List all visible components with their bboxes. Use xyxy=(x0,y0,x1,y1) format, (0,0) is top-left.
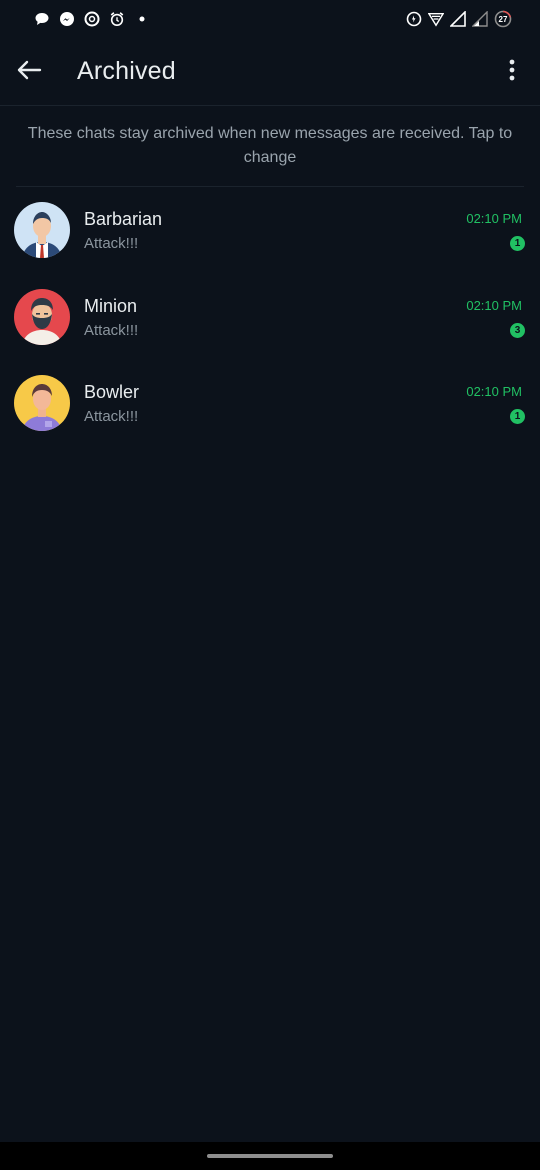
navigation-bar xyxy=(0,1142,540,1170)
signal-weak-icon xyxy=(472,11,488,27)
young-man-avatar[interactable] xyxy=(14,375,70,431)
home-gesture-handle[interactable] xyxy=(207,1154,333,1158)
chat-row-bowler[interactable]: Bowler Attack!!! 02:10 PM 1 xyxy=(0,360,540,447)
chat-preview: Attack!!! xyxy=(84,235,139,252)
chat-row-barbarian[interactable]: Barbarian Attack!!! 02:10 PM 1 xyxy=(0,187,540,274)
businessman-avatar[interactable] xyxy=(14,202,70,258)
status-bar: 27 xyxy=(0,0,540,40)
archive-settings-notice[interactable]: These chats stay archived when new messa… xyxy=(16,106,524,187)
battery-level: 27 xyxy=(498,14,508,24)
bearded-man-avatar[interactable] xyxy=(14,288,70,345)
system-icons: 27 xyxy=(406,10,512,28)
dot-icon xyxy=(134,11,150,27)
chat-preview: Attack!!! xyxy=(84,408,139,425)
wifi-icon xyxy=(428,11,444,27)
unread-badge: 1 xyxy=(510,236,525,251)
chat-preview: Attack!!! xyxy=(84,321,139,339)
chat-bubble-icon xyxy=(34,11,50,27)
page-title: Archived xyxy=(77,57,176,85)
notification-icons xyxy=(34,11,150,27)
app-bar: Archived xyxy=(0,40,540,106)
data-saver-icon xyxy=(406,11,422,27)
chat-time: 02:10 PM xyxy=(466,211,522,226)
chat-list: Barbarian Attack!!! 02:10 PM 1 Minion At… xyxy=(0,187,540,447)
chat-time: 02:10 PM xyxy=(466,384,522,399)
unread-badge: 1 xyxy=(510,409,525,424)
battery-icon: 27 xyxy=(494,10,512,28)
chat-time: 02:10 PM xyxy=(466,297,522,313)
notice-text: These chats stay archived when new messa… xyxy=(27,125,513,166)
signal-icon xyxy=(450,11,466,27)
messenger-icon xyxy=(59,11,75,27)
arrow-left-icon xyxy=(16,60,42,85)
alarm-icon xyxy=(109,11,125,27)
more-vert-icon xyxy=(509,59,515,86)
chat-name: Barbarian xyxy=(84,209,163,229)
unread-badge: 3 xyxy=(510,322,525,338)
back-button[interactable] xyxy=(12,54,46,90)
chat-name: Bowler xyxy=(84,382,140,402)
more-options-button[interactable] xyxy=(500,56,524,88)
chat-name: Minion xyxy=(84,295,138,316)
chat-row-minion[interactable]: Minion Attack!!! 02:10 PM 3 xyxy=(0,274,540,361)
openai-icon xyxy=(84,11,100,27)
